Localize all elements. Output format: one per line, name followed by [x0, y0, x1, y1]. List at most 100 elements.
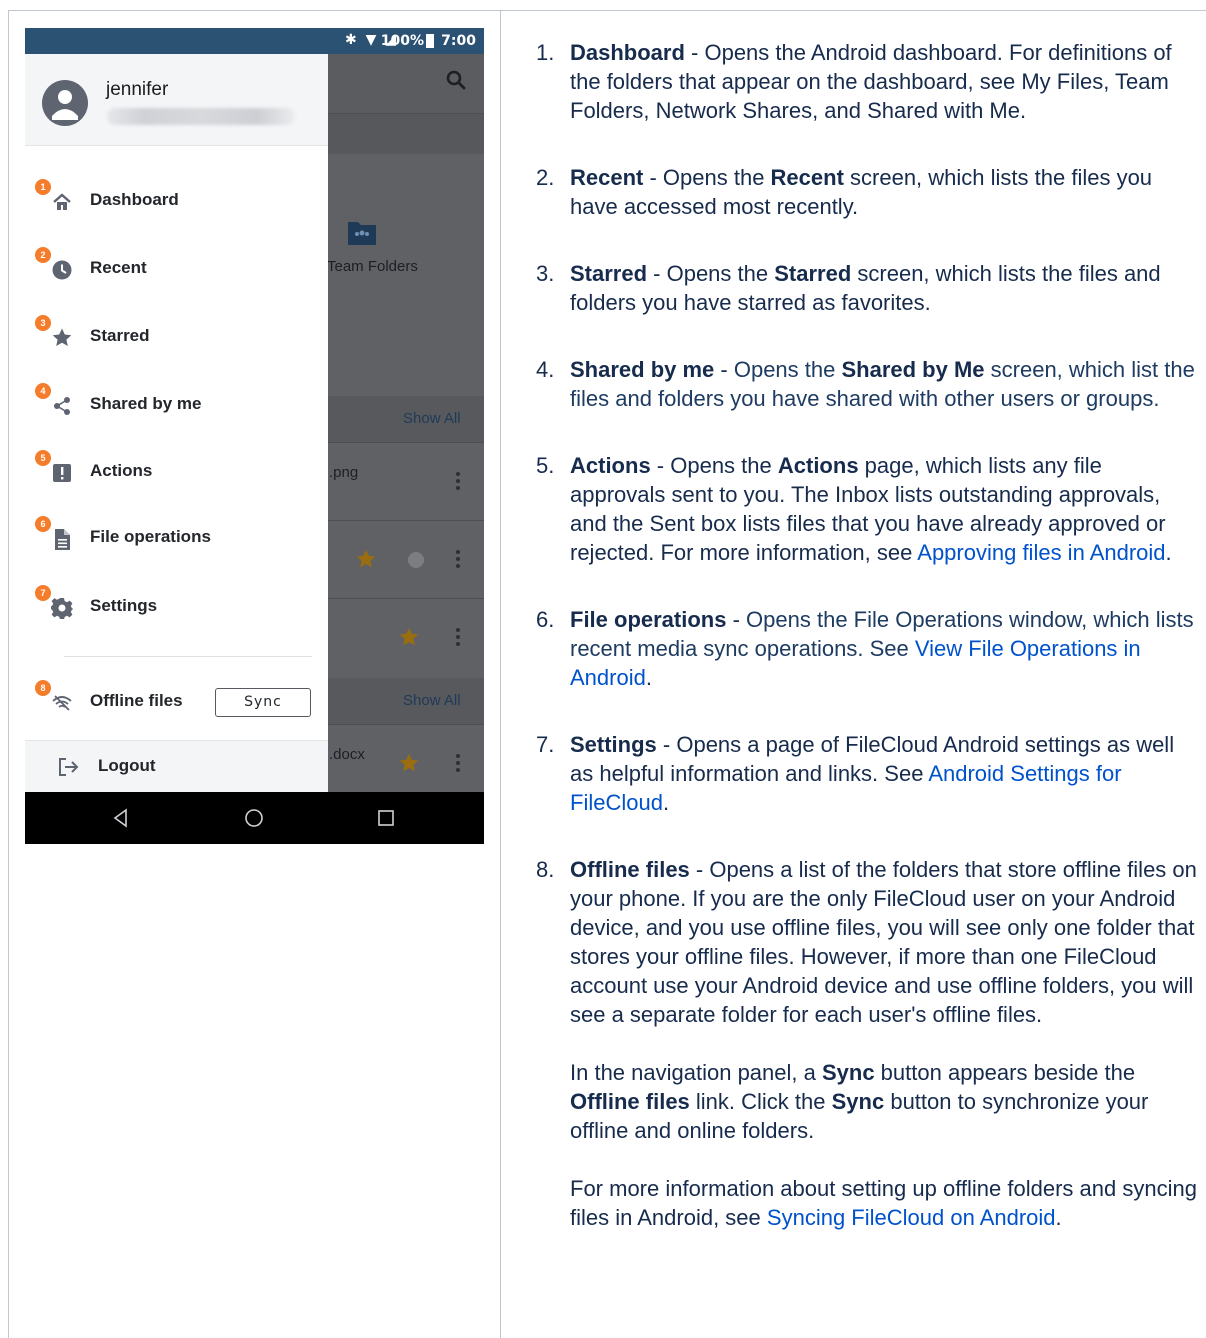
- status-time: 7:00: [441, 33, 476, 49]
- doc-item-actions: 5. Actions - Opens the Actions page, whi…: [530, 451, 1202, 567]
- item-number: 1.: [536, 40, 555, 65]
- menu-item-label: Shared by me: [90, 394, 202, 413]
- item-bold: Sync: [821, 1060, 875, 1085]
- star-icon[interactable]: [398, 626, 420, 648]
- menu-item-label: Recent: [90, 258, 147, 277]
- menu-item-starred[interactable]: 3 Starred: [25, 313, 328, 363]
- doc-list: 1. Dashboard - Opens the Android dashboa…: [530, 38, 1202, 1270]
- star-icon[interactable]: [398, 752, 420, 774]
- item-text: Opens the: [733, 357, 842, 382]
- column-divider: [500, 11, 501, 1338]
- syncing-filecloud-link[interactable]: Syncing FileCloud on Android: [767, 1205, 1056, 1230]
- item-title: Shared by me: [570, 357, 715, 382]
- number-badge: 4: [35, 383, 51, 399]
- username: jennifer: [106, 79, 169, 100]
- item-title: Settings: [570, 732, 657, 757]
- file-icon: [55, 529, 70, 550]
- home-icon: [53, 193, 71, 210]
- item-number: 5.: [536, 453, 555, 478]
- item-title: Starred: [570, 261, 648, 286]
- offline-paragraph-1: Offline files - Opens a list of the fold…: [570, 855, 1202, 1029]
- alert-icon: [53, 464, 71, 482]
- sync-button[interactable]: Sync: [215, 688, 311, 717]
- menu-item-file-operations[interactable]: 6 File operations: [25, 514, 328, 564]
- menu-item-label: Starred: [90, 326, 150, 345]
- item-number: 7.: [536, 732, 555, 757]
- avatar: [42, 80, 88, 126]
- star-icon: [52, 328, 72, 346]
- number-badge: 6: [35, 516, 51, 532]
- number-badge: 8: [35, 680, 51, 696]
- menu-item-label: Dashboard: [90, 190, 179, 209]
- doc-item-shared-by-me: 4. Shared by me - Opens the Shared by Me…: [530, 355, 1202, 413]
- star-icon[interactable]: [355, 548, 377, 570]
- item-title: Actions: [570, 453, 651, 478]
- item-number: 2.: [536, 165, 555, 190]
- more-icon[interactable]: [456, 754, 460, 775]
- menu-item-actions[interactable]: 5 Actions: [25, 448, 328, 498]
- row-divider: [325, 520, 484, 521]
- wifi-off-icon: [52, 695, 72, 711]
- menu-item-label: Offline files: [90, 691, 183, 710]
- doc-item-starred: 3. Starred - Opens the Starred screen, w…: [530, 259, 1202, 317]
- info-icon[interactable]: [408, 552, 424, 568]
- more-icon[interactable]: [456, 472, 460, 493]
- approving-files-link[interactable]: Approving files in Android: [917, 540, 1165, 565]
- item-text: .: [1055, 1205, 1062, 1230]
- back-icon[interactable]: [111, 808, 131, 828]
- number-badge: 7: [35, 585, 51, 601]
- doc-item-file-operations: 6. File operations - Opens the File Oper…: [530, 605, 1202, 692]
- number-badge: 5: [35, 450, 51, 466]
- item-text: -: [726, 607, 747, 632]
- menu-item-recent[interactable]: 2 Recent: [25, 245, 328, 295]
- menu-item-shared-by-me[interactable]: 4 Shared by me: [25, 381, 328, 431]
- search-icon[interactable]: [446, 70, 466, 90]
- doc-item-recent: 2. Recent - Opens the Recent screen, whi…: [530, 163, 1202, 221]
- file-name[interactable]: .docx: [329, 746, 365, 763]
- item-text: .: [645, 665, 652, 690]
- more-icon[interactable]: [456, 550, 460, 571]
- clock-icon: [52, 260, 72, 280]
- logout-button[interactable]: Logout: [25, 740, 328, 792]
- show-all-link[interactable]: Show All: [403, 692, 461, 709]
- logout-label: Logout: [98, 756, 156, 775]
- item-number: 6.: [536, 607, 555, 632]
- file-name[interactable]: .png: [329, 464, 358, 481]
- offline-paragraph-2: In the navigation panel, a Sync button a…: [570, 1058, 1202, 1145]
- item-text: .: [662, 790, 670, 815]
- item-text: - Opens the: [643, 165, 771, 190]
- menu-item-dashboard[interactable]: 1 Dashboard: [25, 177, 328, 227]
- show-all-link[interactable]: Show All: [403, 410, 461, 427]
- row-divider: [325, 598, 484, 599]
- row-divider: [325, 724, 484, 725]
- item-text: .: [1165, 540, 1172, 565]
- item-text: - Opens a list of the folders that store…: [570, 857, 1197, 1027]
- doc-item-dashboard: 1. Dashboard - Opens the Android dashboa…: [530, 38, 1202, 125]
- team-folder-icon[interactable]: [347, 218, 377, 246]
- gear-icon: [51, 598, 73, 619]
- item-text: - Opens the: [650, 453, 778, 478]
- recents-square-icon[interactable]: [376, 808, 396, 828]
- item-number: 4.: [536, 357, 555, 382]
- number-badge: 3: [35, 315, 51, 331]
- item-bold: Starred: [774, 261, 852, 286]
- menu-item-label: Settings: [90, 596, 158, 615]
- item-text: - Opens the: [647, 261, 775, 286]
- menu-divider: [64, 656, 312, 657]
- battery-icon: [426, 34, 434, 48]
- item-text: In the navigation panel, a: [570, 1060, 822, 1085]
- item-title: Offline files: [570, 857, 690, 882]
- item-text: button appears beside the: [874, 1060, 1136, 1085]
- team-folders-label[interactable]: Team Folders: [327, 258, 418, 275]
- menu-item-settings[interactable]: 7 Settings: [25, 583, 328, 633]
- android-nav-bar: [25, 792, 484, 844]
- item-text: link. Click the: [689, 1089, 832, 1114]
- number-badge: 2: [35, 247, 51, 263]
- home-circle-icon[interactable]: [244, 808, 264, 828]
- share-icon: [54, 397, 70, 415]
- doc-item-settings: 7. Settings - Opens a page of FileCloud …: [530, 730, 1202, 817]
- blurred-email: [107, 108, 295, 125]
- logout-icon: [59, 758, 79, 776]
- item-bold: Sync: [831, 1089, 885, 1114]
- more-icon[interactable]: [456, 628, 460, 649]
